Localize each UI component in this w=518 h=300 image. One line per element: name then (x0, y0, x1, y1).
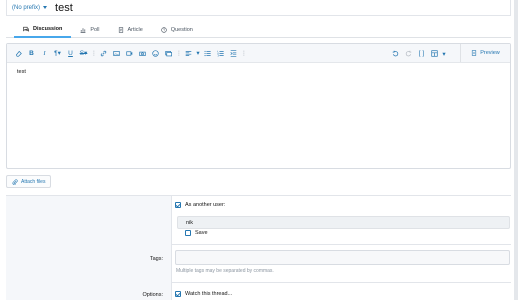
chevron-down-icon[interactable]: ▾ (196, 48, 200, 59)
editor-content[interactable]: test (7, 63, 510, 81)
paperclip-icon (12, 178, 18, 185)
media-gallery-icon[interactable] (163, 48, 174, 59)
chevron-down-icon (43, 6, 48, 9)
tab-label: Article (127, 26, 143, 33)
tab-label: Question (170, 26, 193, 33)
article-icon (118, 26, 123, 33)
indent-icon[interactable] (228, 48, 239, 59)
tab-discussion[interactable]: Discussion (14, 21, 72, 38)
page: (No prefix) test Discussion Poll Article… (0, 0, 518, 300)
save-checkbox[interactable]: Save (185, 230, 208, 236)
redo-icon[interactable] (403, 48, 414, 59)
username-field[interactable]: nik (177, 216, 510, 229)
thread-title-input[interactable]: test (55, 2, 73, 14)
editor-toolbar: B I ¶▾ U S▾ ⋮ ⋮ ▾ ⋮ [ ] ▾ Preview (7, 44, 510, 63)
tab-label: Discussion (33, 25, 63, 32)
strikethrough-icon[interactable]: S▾ (78, 48, 89, 59)
form-area: Tags: Options: (6, 195, 511, 300)
preview-button[interactable]: Preview (460, 44, 510, 62)
underline-icon[interactable]: U (65, 48, 76, 59)
prefix-label: (No prefix) (12, 4, 41, 11)
attach-files-label: Attach files (21, 178, 46, 185)
chevron-down-icon[interactable]: ▾ (442, 48, 446, 59)
camera-icon[interactable] (137, 48, 148, 59)
tab-label: Poll (90, 26, 100, 33)
attach-files-button[interactable]: Attach files (6, 175, 52, 188)
tab-poll[interactable]: Poll (71, 21, 108, 38)
as-another-user-label: As another user: (185, 202, 226, 208)
undo-icon[interactable] (390, 48, 401, 59)
question-icon (161, 26, 167, 33)
tags-hint: Multiple tags may be separated by commas… (176, 268, 274, 274)
checkbox-checked-icon (175, 291, 181, 297)
template-icon[interactable] (429, 48, 440, 59)
preview-label: Preview (480, 50, 500, 56)
smiley-icon[interactable] (150, 48, 161, 59)
italic-icon[interactable]: I (39, 48, 50, 59)
form-label-column: Tags: Options: (6, 196, 172, 300)
title-row: (No prefix) test (6, 0, 511, 16)
tags-label: Tags: (149, 256, 163, 262)
align-icon[interactable] (183, 48, 194, 59)
bullet-list-icon[interactable] (202, 48, 213, 59)
paragraph-icon[interactable]: ¶▾ (52, 48, 63, 59)
watch-thread-label: Watch this thread... (185, 291, 233, 297)
checkbox-checked-icon (175, 202, 181, 208)
save-label: Save (195, 230, 208, 236)
preview-icon (472, 50, 477, 56)
code-brackets-icon[interactable]: [ ] (416, 48, 427, 59)
bold-icon[interactable]: B (26, 48, 37, 59)
more-icon[interactable]: ⋮ (91, 50, 97, 57)
options-label: Options: (142, 292, 163, 298)
watch-thread-checkbox[interactable]: Watch this thread... (175, 291, 232, 297)
tab-question[interactable]: Question (152, 21, 202, 38)
eraser-icon[interactable] (13, 48, 24, 59)
as-another-user-checkbox[interactable]: As another user: (175, 202, 225, 208)
more-icon[interactable]: ⋮ (241, 50, 247, 57)
video-icon[interactable] (124, 48, 135, 59)
tags-input[interactable] (175, 250, 510, 265)
tab-article[interactable]: Article (109, 21, 152, 38)
link-icon[interactable] (98, 48, 109, 59)
numbered-list-icon[interactable] (215, 48, 226, 59)
divider (172, 282, 511, 283)
post-type-tabs: Discussion Poll Article Question (6, 21, 511, 38)
rich-text-editor: B I ¶▾ U S▾ ⋮ ⋮ ▾ ⋮ [ ] ▾ Preview test (6, 43, 511, 169)
more-icon[interactable]: ⋮ (176, 50, 182, 57)
discussion-icon (23, 26, 29, 32)
checkbox-unchecked-icon (185, 230, 191, 236)
divider (172, 244, 511, 245)
poll-icon (80, 27, 86, 33)
image-icon[interactable] (111, 48, 122, 59)
prefix-dropdown[interactable]: (No prefix) (12, 4, 48, 11)
toolbar-right-group: [ ] ▾ (390, 48, 448, 59)
